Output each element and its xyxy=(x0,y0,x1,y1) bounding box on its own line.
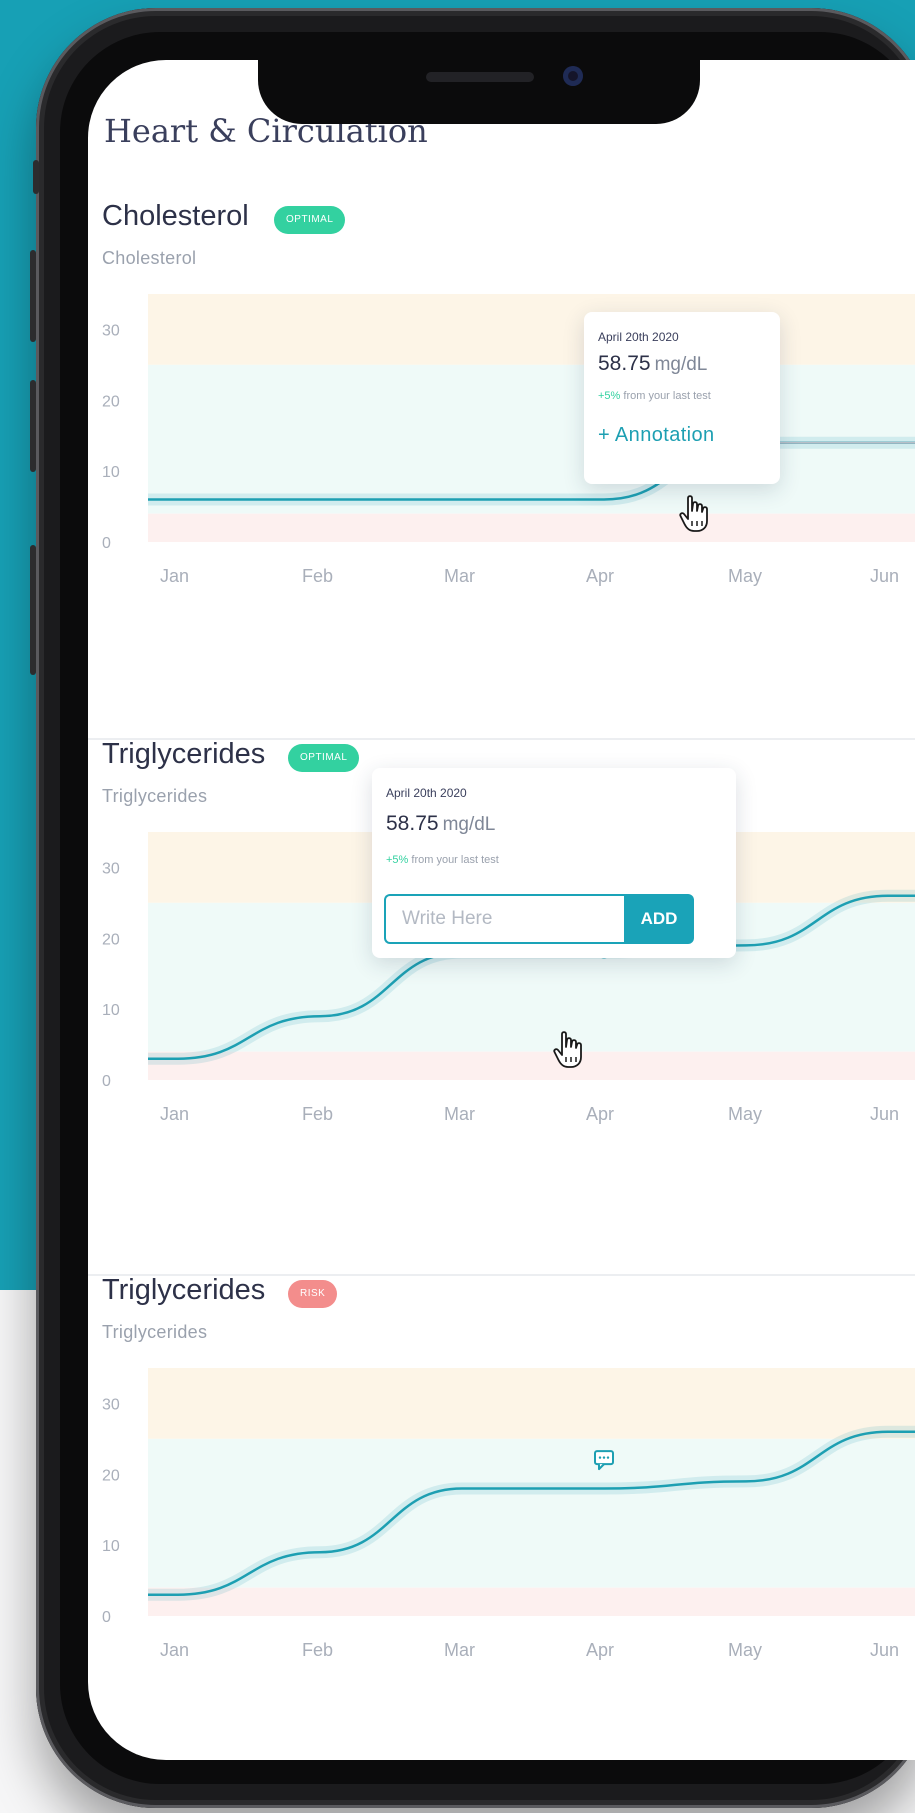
speaker-grille xyxy=(426,72,534,82)
y-tick-label: 30 xyxy=(102,1396,120,1413)
x-tick-label: Apr xyxy=(586,1640,614,1660)
y-tick-label: 10 xyxy=(102,1002,120,1019)
high-range-band xyxy=(148,294,915,365)
annotation-tooltip: April 20th 2020 58.75 mg/dL +5% from your… xyxy=(372,768,736,958)
triglycerides-risk-chart[interactable]: 30 20 10 0 Jan Feb Mar Apr May Jun xyxy=(88,1364,915,1760)
metric-title: Cholesterol xyxy=(102,200,249,232)
reading-tooltip: April 20th 2020 58.75 mg/dL +5% from your… xyxy=(584,312,780,484)
y-tick-label: 0 xyxy=(102,1609,111,1626)
phone-screen: Heart & Circulation Cholesterol OPTIMAL … xyxy=(88,60,915,1760)
y-tick-label: 0 xyxy=(102,1073,111,1090)
tooltip-change: +5% from your last test xyxy=(598,390,711,402)
x-tick-label: Jan xyxy=(160,1104,189,1124)
status-badge: RISK xyxy=(288,1280,338,1308)
x-tick-label: May xyxy=(728,1104,762,1124)
comment-dot xyxy=(602,1456,606,1459)
annotation-input[interactable] xyxy=(384,894,624,944)
metric-title: Triglycerides xyxy=(102,1274,266,1306)
tooltip-date: April 20th 2020 xyxy=(598,330,679,344)
tooltip-date: April 20th 2020 xyxy=(386,786,467,800)
x-tick-label: Mar xyxy=(444,1104,475,1124)
change-percent: +5% xyxy=(598,390,621,402)
low-range-band xyxy=(148,513,915,542)
y-tick-label: 20 xyxy=(102,393,120,410)
tooltip-change: +5% from your last test xyxy=(386,854,499,866)
y-tick-label: 10 xyxy=(102,1538,120,1555)
y-tick-label: 10 xyxy=(102,464,120,481)
tooltip-unit: mg/dL xyxy=(442,814,496,835)
hand-cursor-icon xyxy=(553,1031,582,1068)
x-tick-label: Mar xyxy=(444,1640,475,1660)
x-tick-label: Jun xyxy=(870,566,899,586)
volume-up-button xyxy=(30,250,36,342)
volume-down-button xyxy=(30,380,36,472)
front-camera-icon xyxy=(563,66,583,86)
y-tick-label: 20 xyxy=(102,1467,120,1484)
metric-subtitle: Triglycerides xyxy=(102,1322,208,1342)
tooltip-unit: mg/dL xyxy=(654,354,708,375)
status-badge: OPTIMAL xyxy=(288,744,360,772)
high-range-band xyxy=(148,1368,915,1439)
y-tick-label: 30 xyxy=(102,860,120,877)
triglycerides-section: Triglycerides OPTIMAL Triglycerides 30 20… xyxy=(88,738,915,1278)
hand-cursor-icon xyxy=(679,495,708,532)
x-tick-label: Mar xyxy=(444,566,475,586)
triglycerides-risk-section: Triglycerides RISK Triglycerides 30 20 10 0… xyxy=(88,1274,915,1760)
x-tick-label: Jun xyxy=(870,1640,899,1660)
side-button-left xyxy=(30,545,36,675)
x-tick-label: Jan xyxy=(160,1640,189,1660)
tooltip-value: 58.75 mg/dL xyxy=(386,812,495,836)
x-tick-label: May xyxy=(728,566,762,586)
x-tick-label: Apr xyxy=(586,1104,614,1124)
cholesterol-chart[interactable]: 30 20 10 0 Jan Feb Mar Apr May Jun xyxy=(88,290,915,740)
x-tick-label: May xyxy=(728,1640,762,1660)
x-tick-label: Jan xyxy=(160,566,189,586)
y-tick-label: 20 xyxy=(102,931,120,948)
mute-switch xyxy=(33,160,39,194)
tooltip-value-number: 58.75 xyxy=(386,812,439,835)
comment-dot xyxy=(606,1456,610,1459)
change-percent: +5% xyxy=(386,854,409,866)
phone-notch xyxy=(258,50,700,124)
metric-subtitle: Cholesterol xyxy=(102,248,197,268)
metric-subtitle: Triglycerides xyxy=(102,786,208,806)
cholesterol-section: Cholesterol OPTIMAL Cholesterol 30 20 10 0 J… xyxy=(88,200,915,740)
metric-title: Triglycerides xyxy=(102,738,266,770)
x-tick-label: Feb xyxy=(302,1104,333,1124)
low-range-band xyxy=(148,1051,915,1080)
x-tick-label: Feb xyxy=(302,1640,333,1660)
tooltip-value: 58.75 mg/dL xyxy=(598,352,707,376)
x-tick-label: Apr xyxy=(586,566,614,586)
add-annotation-link[interactable]: + Annotation xyxy=(598,424,715,447)
add-annotation-button[interactable]: ADD xyxy=(624,894,694,944)
x-tick-label: Feb xyxy=(302,566,333,586)
status-badge: OPTIMAL xyxy=(274,206,346,234)
change-text: from your last test xyxy=(411,854,499,866)
low-range-band xyxy=(148,1587,915,1616)
x-tick-label: Jun xyxy=(870,1104,899,1124)
change-text: from your last test xyxy=(623,390,711,402)
tooltip-value-number: 58.75 xyxy=(598,352,651,375)
y-tick-label: 0 xyxy=(102,535,111,552)
comment-dot xyxy=(598,1456,602,1459)
y-tick-label: 30 xyxy=(102,322,120,339)
